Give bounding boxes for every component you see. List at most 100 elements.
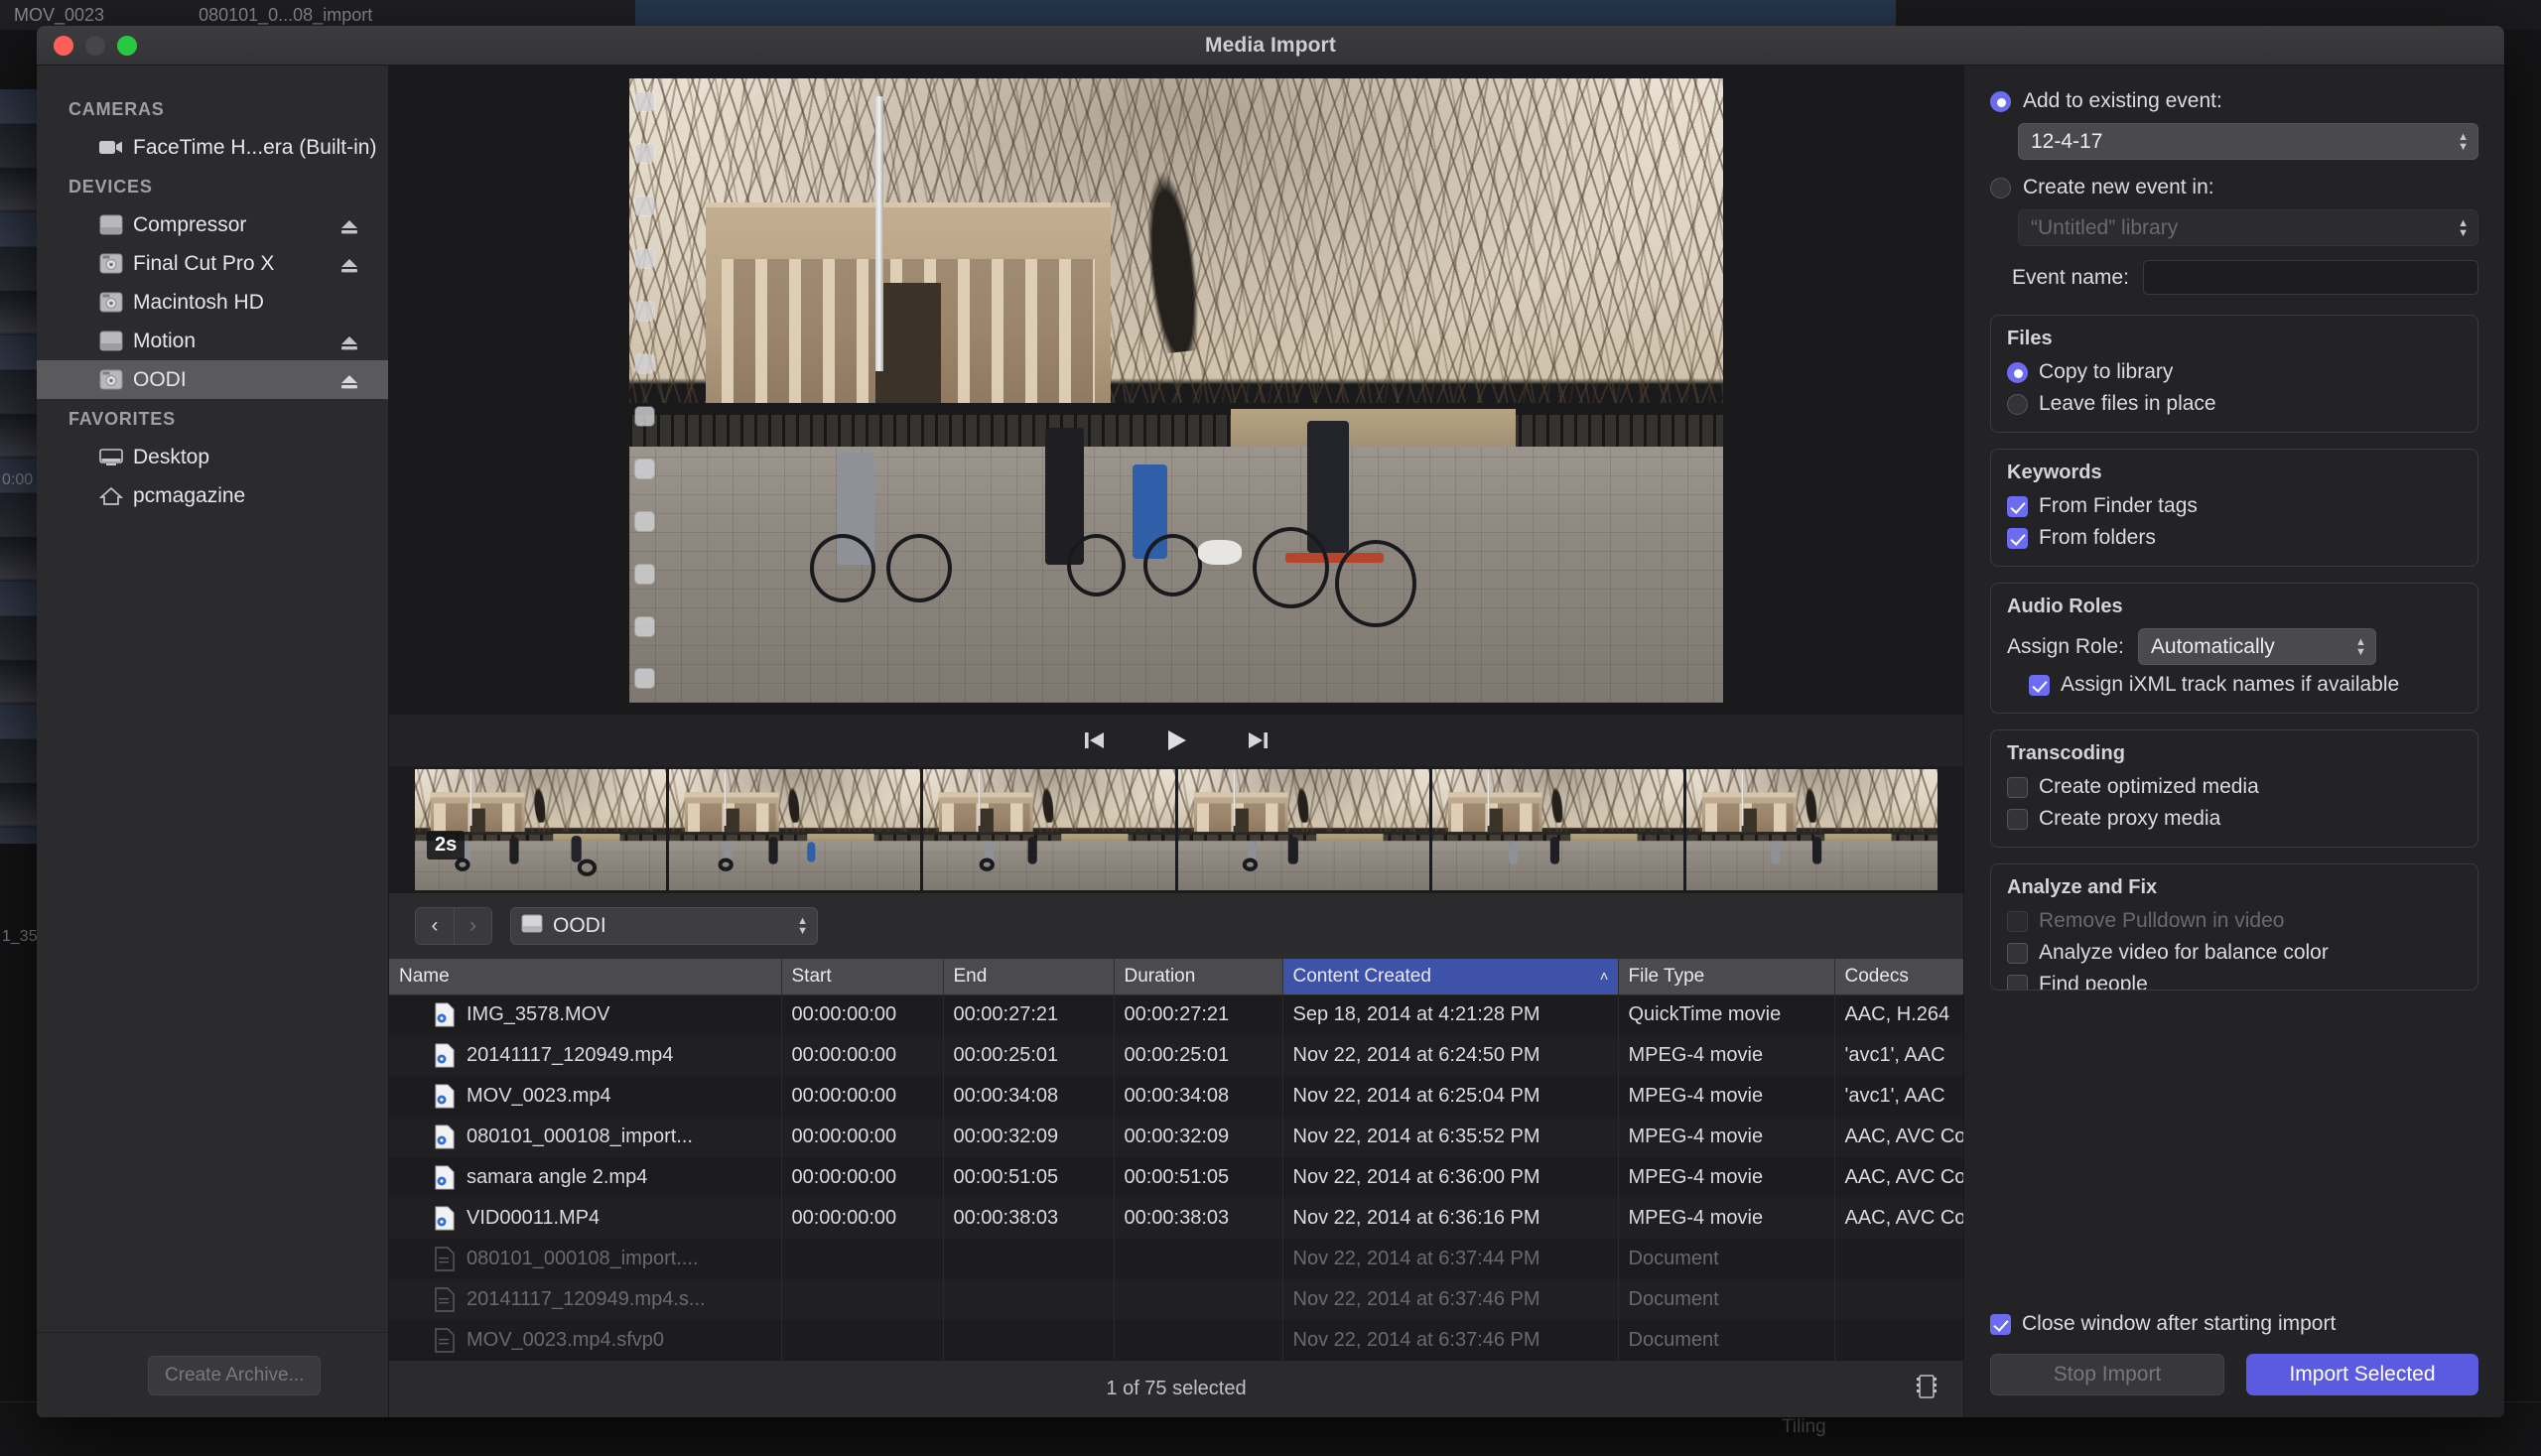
cell-created: Sep 18, 2014 at 4:21:28 PM <box>1282 994 1618 1035</box>
from-finder-tags-checkbox[interactable] <box>2007 496 2028 517</box>
filmstrip-frame[interactable] <box>1432 769 1683 890</box>
column-header-end[interactable]: End <box>943 959 1114 994</box>
column-header-duration[interactable]: Duration <box>1114 959 1282 994</box>
sidebar-item-final-cut-pro-x[interactable]: Final Cut Pro X <box>37 244 388 283</box>
assign-ixml-row[interactable]: Assign iXML track names if available <box>2029 673 2462 697</box>
add-to-existing-event-radio[interactable] <box>1990 91 2011 112</box>
sidebar-item-facetime-camera[interactable]: FaceTime H...era (Built-in) <box>37 128 388 167</box>
sidebar-item-label: Macintosh HD <box>133 291 264 315</box>
sidebar-list: CAMERAS FaceTime H...era (Built-in) DEVI… <box>37 66 388 1332</box>
go-to-start-button[interactable] <box>1081 728 1109 753</box>
chevron-updown-icon[interactable]: ▲▼ <box>2458 133 2469 151</box>
video-preview[interactable] <box>389 66 1963 715</box>
import-selected-button[interactable]: Import Selected <box>2246 1354 2478 1395</box>
eject-icon[interactable] <box>340 217 358 233</box>
cell-start: 00:00:00:00 <box>781 1198 943 1239</box>
forward-button[interactable]: › <box>454 908 491 944</box>
sprocket-hole <box>635 460 654 478</box>
eject-icon[interactable] <box>340 333 358 349</box>
close-window-row[interactable]: Close window after starting import <box>1990 1312 2478 1336</box>
file-table-element: Name Start End Duration Content Created … <box>389 959 2034 1361</box>
add-to-existing-event-row[interactable]: Add to existing event: <box>1990 89 2478 113</box>
sidebar: CAMERAS FaceTime H...era (Built-in) DEVI… <box>37 66 389 1417</box>
event-name-input[interactable] <box>2143 260 2478 295</box>
table-row[interactable]: 20141117_120949.mp4.s... Nov 22, 2014 at… <box>389 1279 2033 1320</box>
play-button[interactable] <box>1162 728 1190 753</box>
assign-ixml-checkbox[interactable] <box>2029 675 2050 696</box>
table-row[interactable]: 080101_000108_import.... Nov 22, 2014 at… <box>389 1239 2033 1279</box>
column-header-file-type[interactable]: File Type <box>1618 959 1834 994</box>
find-people-checkbox[interactable] <box>2007 975 2028 992</box>
create-optimized-media-row[interactable]: Create optimized media <box>2007 775 2462 799</box>
create-proxy-media-checkbox[interactable] <box>2007 809 2028 830</box>
from-folders-checkbox[interactable] <box>2007 528 2028 549</box>
filmstrip-frame[interactable] <box>1686 769 1938 890</box>
create-new-event-row[interactable]: Create new event in: <box>1990 176 2478 199</box>
from-finder-tags-row[interactable]: From Finder tags <box>2007 494 2462 518</box>
location-popup[interactable]: OODI ▲▼ <box>510 907 818 945</box>
sidebar-item-motion[interactable]: Motion <box>37 322 388 360</box>
minimize-button[interactable] <box>85 36 105 56</box>
table-row[interactable]: 20141117_120949.mp4 00:00:00:00 00:00:25… <box>389 1035 2033 1076</box>
drive-icon <box>98 214 124 236</box>
create-new-event-radio[interactable] <box>1990 178 2011 199</box>
table-row[interactable]: IMG_3578.MOV 00:00:00:00 00:00:27:21 00:… <box>389 994 2033 1035</box>
sidebar-item-pcmagazine[interactable]: pcmagazine <box>37 476 388 515</box>
eject-icon[interactable] <box>340 372 358 388</box>
from-folders-row[interactable]: From folders <box>2007 526 2462 550</box>
existing-event-popup[interactable]: 12-4-17 ▲▼ <box>2018 123 2478 160</box>
leave-files-in-place-radio[interactable] <box>2007 394 2028 415</box>
sidebar-item-compressor[interactable]: Compressor <box>37 205 388 244</box>
table-row[interactable]: MOV_0023.mp4.sfvp0 Nov 22, 2014 at 6:37:… <box>389 1320 2033 1361</box>
close-button[interactable] <box>54 36 73 56</box>
find-people-row[interactable]: Find people <box>2007 973 2462 991</box>
table-row[interactable]: 080101_000108_import... 00:00:00:00 00:0… <box>389 1117 2033 1157</box>
table-row[interactable]: samara angle 2.mp4 00:00:00:00 00:00:51:… <box>389 1157 2033 1198</box>
movie-file-icon <box>435 1084 455 1109</box>
assign-role-popup[interactable]: Automatically ▲▼ <box>2138 628 2376 665</box>
create-proxy-media-row[interactable]: Create proxy media <box>2007 807 2462 831</box>
close-window-checkbox[interactable] <box>1990 1314 2011 1335</box>
chevron-updown-icon[interactable]: ▲▼ <box>797 917 808 935</box>
assign-ixml-label: Assign iXML track names if available <box>2061 673 2399 697</box>
assign-role-row: Assign Role: Automatically ▲▼ <box>2007 628 2462 665</box>
cell-duration <box>1114 1239 1282 1279</box>
column-header-name[interactable]: Name <box>389 959 781 994</box>
clip-filmstrip[interactable]: 2s <box>389 766 1963 893</box>
create-archive-button[interactable]: Create Archive... <box>148 1356 321 1395</box>
column-header-content-created[interactable]: Content Created ˄ <box>1282 959 1618 994</box>
backdrop-timecode-2: 1_35 <box>2 928 38 946</box>
cell-filetype: MPEG-4 movie <box>1618 1157 1834 1198</box>
eject-icon[interactable] <box>340 256 358 272</box>
go-to-end-button[interactable] <box>1244 728 1271 753</box>
stop-import-button[interactable]: Stop Import <box>1990 1354 2224 1395</box>
filmstrip-frame[interactable] <box>923 769 1174 890</box>
sidebar-item-desktop[interactable]: Desktop <box>37 438 388 476</box>
column-header-start[interactable]: Start <box>781 959 943 994</box>
file-name-cell: 080101_000108_import... <box>399 1125 771 1149</box>
copy-to-library-label: Copy to library <box>2039 360 2173 384</box>
filmstrip-view-icon[interactable] <box>1916 1375 1938 1404</box>
bike-wheel-1 <box>810 534 875 602</box>
chevron-updown-icon[interactable]: ▲▼ <box>2355 638 2366 656</box>
sidebar-item-oodi[interactable]: OODI <box>37 360 388 399</box>
filmstrip-frame[interactable]: 2s <box>415 769 666 890</box>
analyze-balance-color-checkbox[interactable] <box>2007 943 2028 964</box>
library-popup[interactable]: “Untitled” library ▲▼ <box>2018 209 2478 246</box>
table-row[interactable]: MOV_0023.mp4 00:00:00:00 00:00:34:08 00:… <box>389 1076 2033 1117</box>
copy-to-library-row[interactable]: Copy to library <box>2007 360 2462 384</box>
zoom-button[interactable] <box>117 36 137 56</box>
library-value: “Untitled” library <box>2031 216 2178 240</box>
copy-to-library-radio[interactable] <box>2007 362 2028 383</box>
leave-files-in-place-row[interactable]: Leave files in place <box>2007 392 2462 416</box>
filmstrip-frame[interactable] <box>1178 769 1429 890</box>
cell-end <box>943 1320 1114 1361</box>
movie-file-icon <box>435 1002 455 1027</box>
create-optimized-media-checkbox[interactable] <box>2007 777 2028 798</box>
sidebar-item-macintosh-hd[interactable]: Macintosh HD <box>37 283 388 322</box>
transcoding-group-title: Transcoding <box>2007 742 2462 765</box>
back-button[interactable]: ‹ <box>416 908 454 944</box>
analyze-balance-color-row[interactable]: Analyze video for balance color <box>2007 941 2462 965</box>
table-row[interactable]: VID00011.MP4 00:00:00:00 00:00:38:03 00:… <box>389 1198 2033 1239</box>
filmstrip-frame[interactable] <box>669 769 920 890</box>
